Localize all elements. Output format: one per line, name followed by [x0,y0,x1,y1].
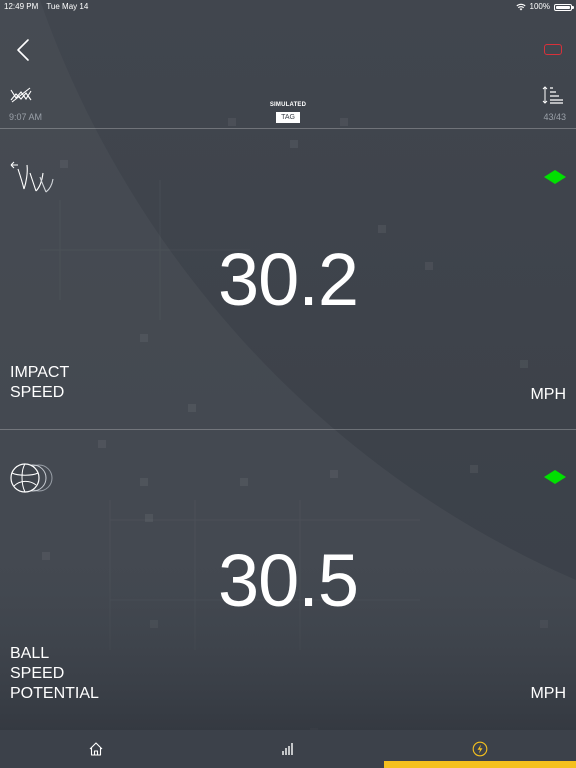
hand-swing-icon[interactable] [10,159,54,198]
swing-count: 43/43 [543,112,566,122]
tab-home[interactable] [0,730,192,768]
active-tab-indicator [384,761,576,768]
nav-bar [0,30,576,70]
status-bar: 12:49 PM Tue May 14 100% [0,0,576,14]
ball-speed-panel: 30.5 BALL SPEED POTENTIAL MPH [0,430,576,730]
volleyball-icon[interactable] [10,462,54,499]
tab-stats[interactable] [192,730,384,768]
battery-percent: 100% [529,2,550,11]
wifi-icon [515,3,526,11]
status-diamond-icon [544,170,566,184]
session-time: 9:07 AM [9,112,43,122]
tag-button[interactable]: TAG [276,112,300,123]
home-icon [89,742,103,756]
session-info-row: 9:07 AM SIMULATED TAG 43/43 [0,84,576,126]
back-button[interactable] [14,38,34,62]
impact-speed-value: 30.2 [217,238,359,321]
tab-bar [0,730,576,768]
status-time: 12:49 PM [4,2,39,11]
impact-speed-unit: MPH [530,386,566,403]
bolt-icon [472,741,488,757]
ball-speed-unit: MPH [530,685,566,702]
status-diamond-icon [544,470,566,484]
bar-chart-icon [282,743,293,755]
impact-speed-label: IMPACT SPEED [10,364,70,401]
impact-speed-panel: 30.2 IMPACT SPEED MPH [0,129,576,429]
mode-label: SIMULATED [269,102,307,108]
battery-icon [554,3,574,11]
ball-speed-value: 30.5 [217,539,359,622]
device-status-button[interactable] [544,44,562,55]
ball-speed-label: BALL SPEED POTENTIAL [10,645,99,702]
status-date: Tue May 14 [46,2,89,11]
sort-list-icon[interactable] [542,85,564,105]
chevron-left-icon [17,39,29,61]
